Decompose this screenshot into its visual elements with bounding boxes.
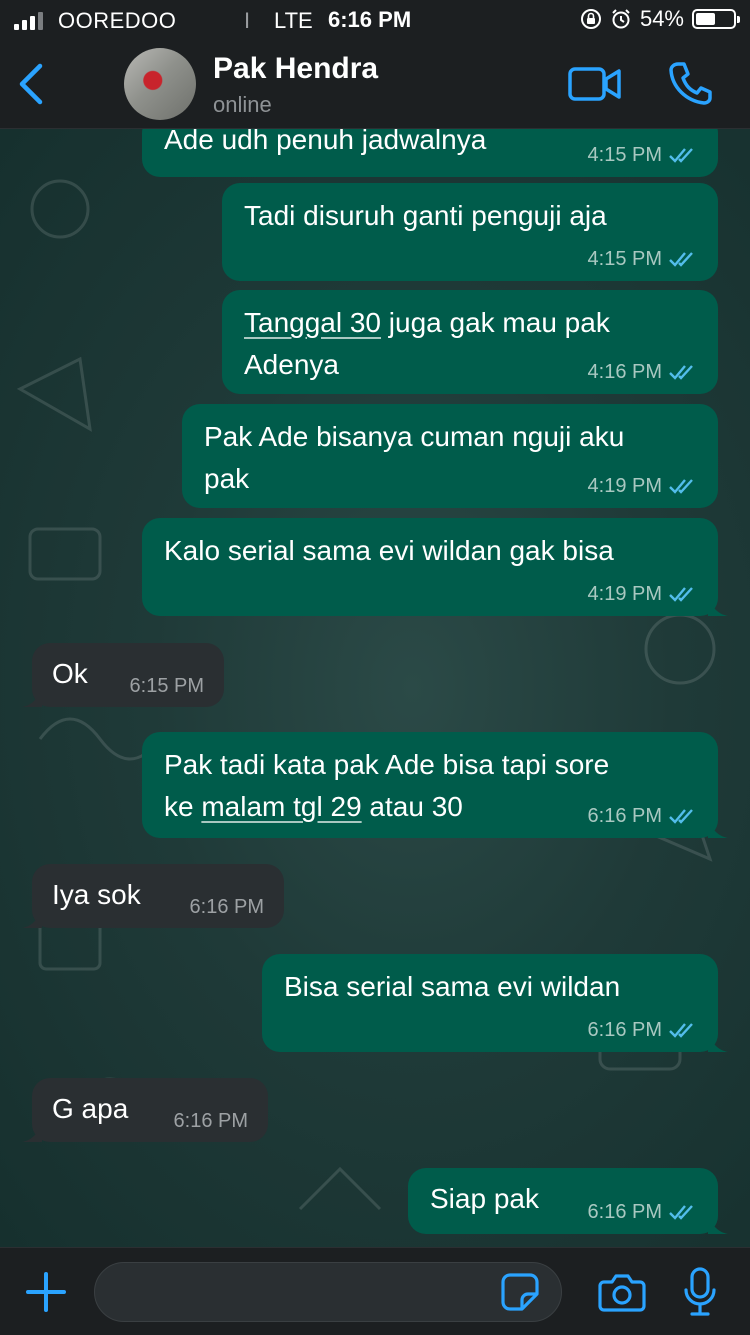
status-bar: OOREDOO I LTE 6:16 PM 54% [0, 0, 750, 40]
signal-strength-icon [14, 12, 43, 30]
bubble-tail [708, 1214, 728, 1234]
message-line-start: ke [164, 791, 202, 822]
sticker-icon[interactable] [500, 1272, 540, 1312]
message-bubble-outgoing[interactable]: Pak tadi kata pak Ade bisa tapi sore ke m… [142, 732, 728, 838]
message-bubble-outgoing[interactable]: Bisa serial sama evi wildan 6:16 PM [262, 954, 728, 1052]
message-text: Tadi disuruh ganti penguji aja [244, 200, 607, 231]
battery-percent: 54% [639, 6, 684, 31]
message-text: Pak Ade bisanya cuman nguji aku pak [204, 421, 625, 494]
message-text: Tanggal 30 juga gak mau pak Adenya [244, 307, 610, 380]
alarm-icon [612, 9, 630, 29]
plus-icon[interactable] [24, 1270, 68, 1314]
message-text: Ade udh penuh jadwalnya [164, 129, 487, 155]
battery-icon [692, 9, 740, 29]
chevron-left-icon[interactable] [14, 62, 50, 106]
message-bubble-outgoing[interactable]: Tadi disuruh ganti penguji aja 4:15 PM [222, 183, 718, 281]
chat-area[interactable]: Ade udh penuh jadwalnya 4:15 PM Tadi dis… [0, 129, 750, 1247]
read-receipt-icon [669, 1023, 693, 1038]
carrier-name: OOREDOO [58, 8, 177, 33]
message-input[interactable] [94, 1262, 562, 1322]
message-text: Bisa serial sama evi wildan [284, 971, 621, 1002]
message-meta: 6:16 PM [588, 804, 698, 828]
video-camera-icon[interactable] [568, 64, 622, 104]
message-meta: 6:16 PM [189, 896, 264, 918]
message-bubble-incoming[interactable]: Iya sok 6:16 PM [22, 864, 284, 928]
read-receipt-icon [669, 809, 693, 824]
message-input-bar [0, 1247, 750, 1335]
message-bubble-incoming[interactable]: Ok 6:15 PM [22, 643, 224, 707]
date-link[interactable]: Tanggal 30 [244, 307, 381, 338]
message-meta: 6:16 PM [173, 1110, 248, 1132]
read-receipt-icon [669, 479, 693, 494]
bubble-tail [22, 908, 42, 928]
bubble-tail [708, 818, 728, 838]
message-text: G apa [52, 1093, 129, 1124]
network-type-glyph: I [244, 8, 251, 33]
contact-name[interactable]: Pak Hendra [213, 52, 378, 86]
message-text: Pak tadi kata pak Ade bisa tapi sore ke m… [164, 749, 610, 822]
message-bubble-outgoing[interactable]: Tanggal 30 juga gak mau pak Adenya 4:16 P… [222, 290, 718, 394]
bubble-tail [22, 687, 42, 707]
bubble-tail [22, 1122, 42, 1142]
read-receipt-icon [669, 252, 693, 267]
message-bubble-outgoing[interactable]: Siap pak 6:16 PM [408, 1168, 728, 1234]
message-bubble-outgoing[interactable]: Pak Ade bisanya cuman nguji aku pak 4:19 … [182, 404, 718, 508]
message-meta: 4:19 PM [588, 582, 698, 606]
bubble-tail [708, 1032, 728, 1052]
contact-status: online [213, 92, 272, 117]
message-bubble-outgoing[interactable]: Kalo serial sama evi wildan gak bisa 4:1… [142, 518, 728, 616]
microphone-icon[interactable] [682, 1266, 718, 1318]
network-type: LTE [274, 8, 313, 33]
message-meta: 4:15 PM [588, 143, 698, 167]
read-receipt-icon [669, 587, 693, 602]
message-text: Siap pak [430, 1183, 539, 1214]
avatar[interactable] [124, 48, 196, 120]
message-bubble-incoming[interactable]: G apa 6:16 PM [22, 1078, 268, 1142]
message-text: Ok [52, 658, 88, 689]
read-receipt-icon [669, 148, 693, 163]
message-meta: 4:15 PM [588, 247, 698, 271]
date-link[interactable]: malam tgl 29 [201, 791, 361, 822]
message-text: Iya sok [52, 879, 141, 910]
message-text: Kalo serial sama evi wildan gak bisa [164, 535, 614, 566]
message-meta: 6:16 PM [588, 1200, 698, 1224]
message-bubble-outgoing[interactable]: Ade udh penuh jadwalnya 4:15 PM [142, 129, 718, 177]
read-receipt-icon [669, 1205, 693, 1220]
message-meta: 6:15 PM [129, 675, 204, 697]
phone-icon[interactable] [668, 60, 712, 106]
camera-icon[interactable] [598, 1270, 646, 1314]
message-meta: 6:16 PM [588, 1018, 698, 1042]
chat-header: Pak Hendra online [0, 40, 750, 129]
message-line-rest: atau 30 [361, 791, 463, 822]
read-receipt-icon [669, 365, 693, 380]
message-line-rest: juga gak mau pak [381, 307, 610, 338]
status-right-group: 54% [580, 6, 740, 32]
message-meta: 4:19 PM [588, 474, 698, 498]
bubble-tail [708, 596, 728, 616]
orientation-lock-icon [580, 9, 601, 29]
status-time: 6:16 PM [328, 7, 412, 32]
message-meta: 4:16 PM [588, 360, 698, 384]
